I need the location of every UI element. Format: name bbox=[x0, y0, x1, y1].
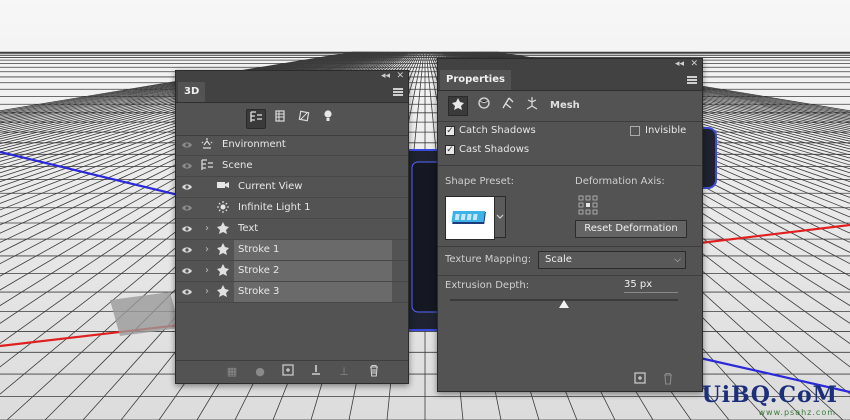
texture-mapping-select[interactable]: Scale ⌵ bbox=[538, 251, 686, 269]
close-icon[interactable]: ✕ bbox=[396, 71, 404, 82]
invisible-checkbox[interactable] bbox=[630, 126, 640, 136]
visibility-eye-icon[interactable] bbox=[181, 244, 193, 256]
visibility-eye-icon[interactable] bbox=[181, 202, 193, 214]
canvas-3d-ground-plane[interactable] bbox=[0, 0, 850, 420]
layer-row[interactable]: Infinite Light 1 bbox=[176, 198, 408, 219]
visibility-eye-icon[interactable] bbox=[181, 139, 193, 151]
divider bbox=[438, 165, 702, 166]
chevron-right-icon[interactable]: › bbox=[205, 285, 209, 299]
watermark-url: www.psahz.com bbox=[758, 408, 836, 417]
layer-row[interactable]: › Stroke 1 bbox=[176, 240, 408, 261]
properties-panel-titlebar[interactable]: ◂◂ ✕ bbox=[438, 59, 702, 70]
3d-panel-tabbar: 3D bbox=[176, 82, 408, 103]
texture-mapping-label: Texture Mapping: bbox=[445, 254, 532, 265]
scene-icon bbox=[200, 158, 214, 174]
layer-label: Environment bbox=[222, 139, 286, 150]
whole-scene-filter-icon[interactable] bbox=[246, 109, 266, 129]
delete-icon[interactable] bbox=[366, 364, 382, 380]
add-light-icon[interactable]: ● bbox=[252, 364, 268, 380]
lights-filter-icon[interactable] bbox=[318, 109, 338, 129]
layer-row[interactable]: Scene bbox=[176, 156, 408, 177]
layer-label: Stroke 3 bbox=[238, 286, 280, 297]
mesh-mode-icon[interactable] bbox=[448, 96, 468, 116]
tab-properties[interactable]: Properties bbox=[440, 70, 511, 90]
properties-mode-bar: Mesh bbox=[438, 91, 702, 122]
visibility-eye-icon[interactable] bbox=[181, 160, 193, 172]
panel-menu-icon[interactable] bbox=[393, 88, 403, 96]
3d-layer-list: Environment Scene Current View Infinite Lig… bbox=[176, 135, 408, 303]
layer-label: Stroke 2 bbox=[238, 265, 280, 276]
divider bbox=[438, 275, 702, 276]
properties-bottom-bar bbox=[438, 369, 702, 391]
layer-row[interactable]: › Text bbox=[176, 219, 408, 240]
delete-icon[interactable] bbox=[660, 372, 676, 388]
3d-panel-bottom-bar: ▦ ● ⊥ bbox=[176, 360, 408, 383]
3d-panel-titlebar[interactable]: ◂◂ ✕ bbox=[176, 71, 408, 82]
environment-icon bbox=[200, 137, 214, 153]
tab-3d[interactable]: 3D bbox=[178, 82, 206, 102]
mesh-icon bbox=[216, 242, 230, 258]
catch-shadows-label: Catch Shadows bbox=[459, 125, 536, 136]
visibility-eye-icon[interactable] bbox=[181, 265, 193, 277]
layer-label: Stroke 1 bbox=[238, 244, 280, 255]
collapse-icon[interactable]: ◂◂ bbox=[675, 59, 684, 70]
layer-row[interactable]: › Stroke 3 bbox=[176, 282, 408, 303]
layer-label: Scene bbox=[222, 160, 253, 171]
coordinates-mode-icon[interactable] bbox=[522, 96, 542, 116]
reset-deformation-button[interactable]: Reset Deformation bbox=[575, 220, 687, 238]
mesh-icon bbox=[216, 263, 230, 279]
catch-shadows-checkbox[interactable]: ✓ bbox=[445, 126, 455, 136]
add-object-icon[interactable] bbox=[280, 364, 296, 380]
watermark: UiBQ.CoM www.psahz.com bbox=[680, 382, 850, 420]
light-icon bbox=[216, 200, 230, 216]
drop-to-ground-icon[interactable] bbox=[308, 364, 324, 380]
mesh-mode-label: Mesh bbox=[550, 100, 580, 111]
layer-label: Current View bbox=[238, 181, 303, 192]
chevron-down-icon: ⌵ bbox=[674, 255, 681, 265]
constraint-icon[interactable]: ⊥ bbox=[336, 364, 352, 380]
3d-panel: ◂◂ ✕ 3D Environment Scene Current View Infi… bbox=[175, 70, 409, 384]
layer-row[interactable]: Environment bbox=[176, 135, 408, 156]
shape-preset-dropdown[interactable] bbox=[494, 196, 506, 238]
cast-shadows-label: Cast Shadows bbox=[459, 144, 530, 155]
mesh-icon bbox=[216, 221, 230, 237]
visibility-eye-icon[interactable] bbox=[181, 223, 193, 235]
deform-mode-icon[interactable] bbox=[474, 96, 494, 116]
layer-row[interactable]: › Stroke 2 bbox=[176, 261, 408, 282]
panel-menu-icon[interactable] bbox=[687, 76, 697, 84]
texture-mapping-value: Scale bbox=[545, 254, 572, 265]
invisible-label: Invisible bbox=[645, 125, 687, 136]
deformation-axis-label: Deformation Axis: bbox=[575, 176, 665, 187]
layer-row[interactable]: Current View bbox=[176, 177, 408, 198]
properties-panel-tabbar: Properties bbox=[438, 70, 702, 91]
close-icon[interactable]: ✕ bbox=[690, 59, 698, 70]
render-settings-icon[interactable]: ▦ bbox=[224, 364, 240, 380]
collapse-icon[interactable]: ◂◂ bbox=[381, 71, 390, 82]
extrusion-depth-slider-thumb[interactable] bbox=[559, 300, 569, 308]
shape-preset-label: Shape Preset: bbox=[445, 176, 515, 187]
3d-filter-bar bbox=[176, 103, 408, 136]
add-object-icon[interactable] bbox=[632, 372, 648, 388]
chevron-right-icon[interactable]: › bbox=[205, 264, 209, 278]
cast-shadows-checkbox[interactable]: ✓ bbox=[445, 145, 455, 155]
divider bbox=[438, 246, 702, 247]
camera-icon bbox=[216, 179, 230, 195]
shape-preset-thumbnail[interactable] bbox=[445, 196, 495, 240]
meshes-filter-icon[interactable] bbox=[270, 109, 290, 129]
object-shadow bbox=[110, 292, 180, 336]
layer-label: Infinite Light 1 bbox=[238, 202, 311, 213]
deformation-axis-grid[interactable] bbox=[578, 195, 598, 215]
chevron-right-icon[interactable]: › bbox=[205, 243, 209, 257]
properties-panel: ◂◂ ✕ Properties Mesh ✓ Catch Shadows Inv… bbox=[437, 58, 703, 392]
mesh-icon bbox=[216, 284, 230, 300]
visibility-eye-icon[interactable] bbox=[181, 286, 193, 298]
extrusion-depth-label: Extrusion Depth: bbox=[445, 280, 530, 291]
chevron-right-icon[interactable]: › bbox=[205, 222, 209, 236]
layer-label: Text bbox=[238, 223, 259, 234]
watermark-logo-text: UiBQ.CoM bbox=[701, 382, 838, 408]
extrusion-depth-field[interactable]: 35 px bbox=[624, 278, 678, 293]
materials-filter-icon[interactable] bbox=[294, 109, 314, 129]
cap-mode-icon[interactable] bbox=[498, 96, 518, 116]
visibility-eye-icon[interactable] bbox=[181, 181, 193, 193]
